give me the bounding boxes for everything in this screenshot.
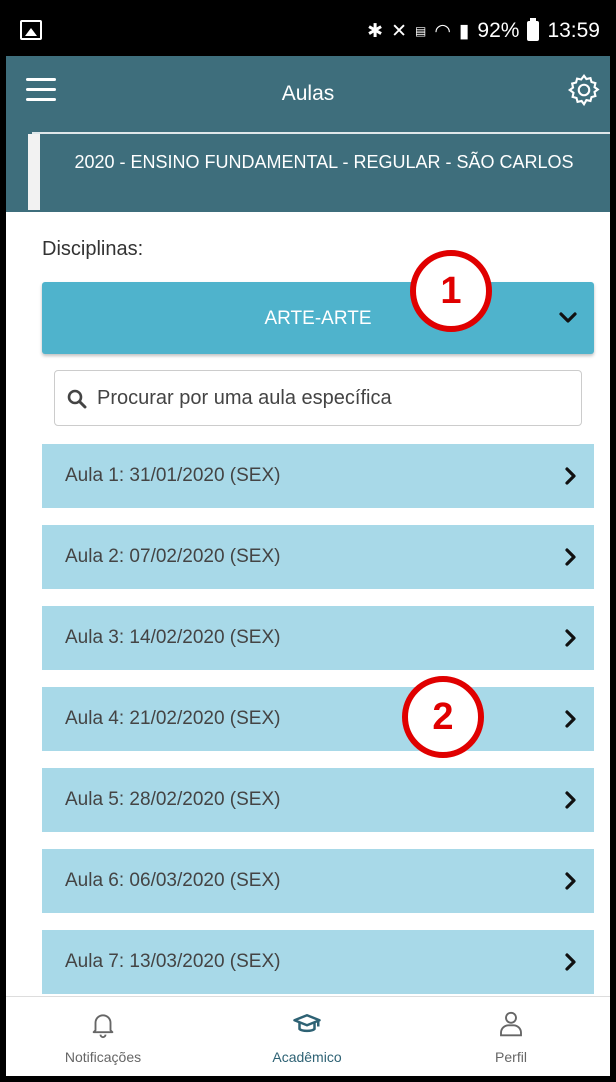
list-item[interactable]: Aula 1: 31/01/2020 (SEX) xyxy=(42,444,594,508)
phone-screen: ✱ ✕ ▤ ◠ ▮ 92% 13:59 Aulas 2020 - ENSINO … xyxy=(6,6,610,1076)
nav-label: Acadêmico xyxy=(272,1049,342,1065)
chevron-right-icon xyxy=(565,548,576,566)
search-input[interactable] xyxy=(97,373,573,423)
chevron-down-icon xyxy=(559,312,577,323)
page-title: Aulas xyxy=(281,82,335,105)
bottom-navigation: Notificações Acadêmico Perfil xyxy=(6,996,610,1076)
search-box[interactable] xyxy=(54,370,582,426)
lesson-label: Aula 1: 31/01/2020 (SEX) xyxy=(65,465,281,486)
chevron-right-icon xyxy=(565,710,576,728)
mute-icon: ✕ xyxy=(391,20,407,42)
nav-label: Perfil xyxy=(495,1049,527,1065)
nav-label: Notificações xyxy=(64,1049,142,1065)
wifi-icon: ◠ xyxy=(434,20,451,42)
list-item[interactable]: Aula 6: 06/03/2020 (SEX) xyxy=(42,849,594,913)
discipline-dropdown[interactable]: ARTE-ARTE xyxy=(42,282,594,354)
graduation-cap-icon xyxy=(293,1014,321,1033)
chevron-right-icon xyxy=(565,872,576,890)
nav-perfil[interactable]: Perfil xyxy=(436,997,586,1076)
status-icons: ✱ ✕ ▤ ◠ ▮ 92% 13:59 xyxy=(367,16,600,46)
chevron-right-icon xyxy=(565,953,576,971)
list-item[interactable]: Aula 7: 13/03/2020 (SEX) xyxy=(42,930,594,994)
volte-icon: ▤ xyxy=(415,24,427,38)
list-item[interactable]: Aula 3: 14/02/2020 (SEX) xyxy=(42,606,594,670)
status-bar: ✱ ✕ ▤ ◠ ▮ 92% 13:59 xyxy=(6,6,610,56)
list-item[interactable]: Aula 5: 28/02/2020 (SEX) xyxy=(42,768,594,832)
chevron-right-icon xyxy=(565,467,576,485)
chevron-right-icon xyxy=(565,791,576,809)
signal-icon: ▮ xyxy=(458,20,470,42)
chevron-right-icon xyxy=(565,629,576,647)
lesson-label: Aula 3: 14/02/2020 (SEX) xyxy=(65,627,281,648)
image-notification-icon xyxy=(20,20,42,40)
list-item[interactable]: Aula 2: 07/02/2020 (SEX) xyxy=(42,525,594,589)
lesson-label: Aula 6: 06/03/2020 (SEX) xyxy=(65,870,281,891)
annotation-marker-2: 2 xyxy=(402,676,484,758)
discipline-selected: ARTE-ARTE xyxy=(264,308,372,329)
gear-icon[interactable] xyxy=(566,72,602,108)
bluetooth-icon: ✱ xyxy=(367,20,384,42)
disciplines-label: Disciplinas: xyxy=(42,238,144,260)
nav-notificacoes[interactable]: Notificações xyxy=(28,997,178,1076)
nav-academico[interactable]: Acadêmico xyxy=(232,997,382,1076)
app-bar: Aulas xyxy=(6,56,610,132)
lesson-label: Aula 2: 07/02/2020 (SEX) xyxy=(65,546,281,567)
banner-divider xyxy=(32,132,610,134)
school-banner: 2020 - ENSINO FUNDAMENTAL - REGULAR - SÃ… xyxy=(6,132,610,212)
search-icon xyxy=(67,389,87,409)
lesson-label: Aula 5: 28/02/2020 (SEX) xyxy=(65,789,281,810)
banner-accent-bar xyxy=(28,134,40,210)
bell-icon xyxy=(92,1014,114,1039)
school-name: 2020 - ENSINO FUNDAMENTAL - REGULAR - SÃ… xyxy=(74,152,574,172)
annotation-marker-1: 1 xyxy=(410,250,492,332)
lesson-label: Aula 7: 13/03/2020 (SEX) xyxy=(65,951,281,972)
list-item[interactable]: Aula 4: 21/02/2020 (SEX) xyxy=(42,687,594,751)
lesson-list: Aula 1: 31/01/2020 (SEX) Aula 2: 07/02/2… xyxy=(42,444,594,1011)
battery-percent: 92% xyxy=(477,19,520,42)
user-icon xyxy=(500,1011,522,1037)
lesson-label: Aula 4: 21/02/2020 (SEX) xyxy=(65,708,281,729)
battery-icon xyxy=(527,18,540,41)
clock: 13:59 xyxy=(547,19,600,42)
